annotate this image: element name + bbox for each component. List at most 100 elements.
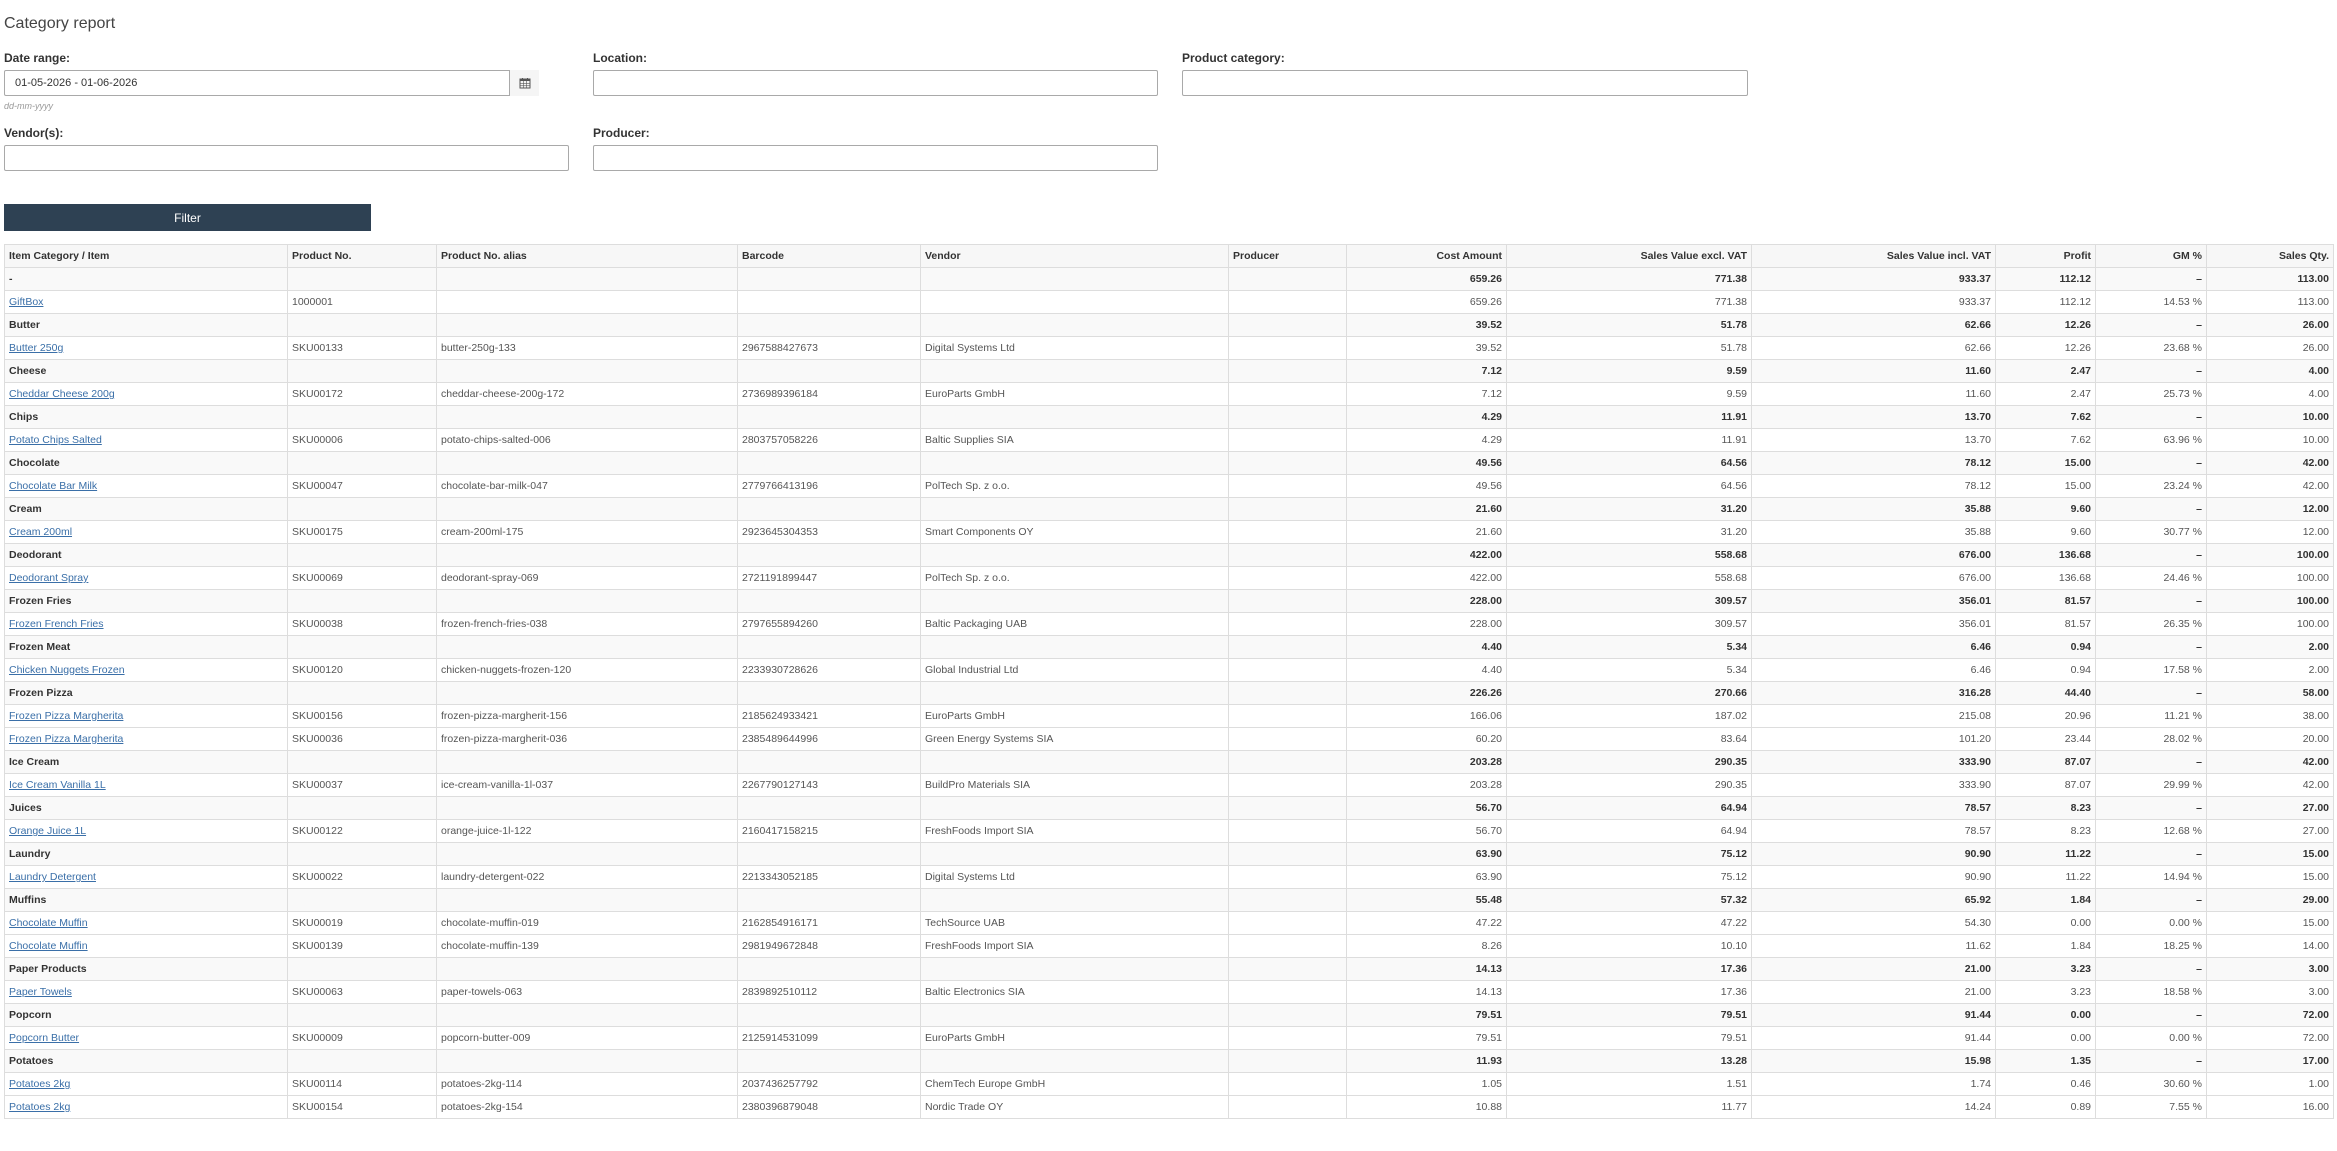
filter-button[interactable]: Filter [4, 204, 371, 231]
table-cell: 2385489644996 [737, 727, 921, 751]
table-cell: 15.00 [2206, 911, 2334, 935]
table-cell: Smart Components OY [920, 520, 1229, 544]
item-link[interactable]: Cheddar Cheese 200g [9, 388, 115, 400]
table-cell [737, 1049, 921, 1073]
column-header[interactable]: Producer [1228, 244, 1347, 268]
table-cell [436, 543, 738, 567]
table-cell: SKU00047 [287, 474, 437, 498]
table-cell: – [2095, 842, 2207, 866]
item-link[interactable]: Deodorant Spray [9, 572, 88, 584]
table-cell: 1.74 [1751, 1072, 1996, 1096]
table-cell: 676.00 [1751, 543, 1996, 567]
table-cell: 79.51 [1506, 1003, 1752, 1027]
table-cell [436, 635, 738, 659]
table-cell: 14.00 [2206, 934, 2334, 958]
item-link[interactable]: Chocolate Muffin [9, 917, 88, 929]
table-cell: 2185624933421 [737, 704, 921, 728]
table-cell: 5.34 [1506, 658, 1752, 682]
category-row: Laundry 63.90 75.12 90.90 11.22–15.00 [4, 842, 2334, 866]
item-row: Potato Chips Salted SKU00006 potato-chips-… [4, 428, 2334, 452]
table-cell [436, 1049, 738, 1073]
location-input[interactable] [593, 70, 1158, 96]
table-cell: SKU00154 [287, 1095, 437, 1119]
table-cell [737, 290, 921, 314]
item-link[interactable]: Chicken Nuggets Frozen [9, 664, 125, 676]
table-cell: Frozen Pizza Margherita [4, 727, 288, 751]
table-cell: Chips [4, 405, 288, 429]
table-cell: 203.28 [1346, 750, 1507, 774]
table-cell: 0.00 [1995, 1026, 2096, 1050]
table-cell [1228, 957, 1347, 981]
column-header[interactable]: Sales Value excl. VAT [1506, 244, 1752, 268]
product-category-input[interactable] [1182, 70, 1748, 96]
item-link[interactable]: Orange Juice 1L [9, 825, 86, 837]
table-cell [287, 451, 437, 475]
item-link[interactable]: Frozen Pizza Margherita [9, 710, 123, 722]
table-cell: 72.00 [2206, 1003, 2334, 1027]
column-header[interactable]: GM % [2095, 244, 2207, 268]
item-link[interactable]: Butter 250g [9, 342, 63, 354]
item-link[interactable]: GiftBox [9, 296, 43, 308]
item-link[interactable]: Chocolate Bar Milk [9, 480, 97, 492]
table-cell: 51.78 [1506, 313, 1752, 337]
table-cell [920, 796, 1229, 820]
item-link[interactable]: Cream 200ml [9, 526, 72, 538]
table-cell: 100.00 [2206, 612, 2334, 636]
table-cell [1228, 543, 1347, 567]
producer-input[interactable] [593, 145, 1158, 171]
table-cell: 26.35 % [2095, 612, 2207, 636]
item-link[interactable]: Frozen Pizza Margherita [9, 733, 123, 745]
table-cell: 42.00 [2206, 474, 2334, 498]
table-cell [920, 589, 1229, 613]
column-header[interactable]: Barcode [737, 244, 921, 268]
table-cell: 23.24 % [2095, 474, 2207, 498]
column-header[interactable]: Item Category / Item [4, 244, 288, 268]
calendar-icon[interactable] [509, 70, 539, 96]
table-cell: 11.77 [1506, 1095, 1752, 1119]
table-cell [737, 405, 921, 429]
item-link[interactable]: Frozen French Fries [9, 618, 104, 630]
table-cell: 4.00 [2206, 382, 2334, 406]
item-link[interactable]: Popcorn Butter [9, 1032, 79, 1044]
table-cell: potatoes-2kg-114 [436, 1072, 738, 1096]
vendors-input[interactable] [4, 145, 569, 171]
table-cell [920, 635, 1229, 659]
column-header[interactable]: Cost Amount [1346, 244, 1507, 268]
table-cell [920, 1003, 1229, 1027]
table-cell: Baltic Supplies SIA [920, 428, 1229, 452]
column-header[interactable]: Sales Qty. [2206, 244, 2334, 268]
table-cell: 15.00 [1995, 451, 2096, 475]
table-cell: SKU00038 [287, 612, 437, 636]
item-link[interactable]: Ice Cream Vanilla 1L [9, 779, 106, 791]
item-link[interactable]: Laundry Detergent [9, 871, 96, 883]
table-cell [287, 957, 437, 981]
table-cell [737, 681, 921, 705]
table-cell: 75.12 [1506, 865, 1752, 889]
column-header[interactable]: Product No. alias [436, 244, 738, 268]
table-cell: potato-chips-salted-006 [436, 428, 738, 452]
table-cell: 9.59 [1506, 359, 1752, 383]
table-cell: 57.32 [1506, 888, 1752, 912]
table-cell: 4.40 [1346, 635, 1507, 659]
column-header[interactable]: Profit [1995, 244, 2096, 268]
item-link[interactable]: Potatoes 2kg [9, 1078, 70, 1090]
item-row: Frozen Pizza Margherita SKU00156 frozen-pi… [4, 704, 2334, 728]
column-header[interactable]: Vendor [920, 244, 1229, 268]
table-cell: 21.60 [1346, 497, 1507, 521]
category-row: Frozen Meat 4.40 5.34 6.46 0.94–2.00 [4, 635, 2334, 659]
table-cell: Paper Towels [4, 980, 288, 1004]
item-link[interactable]: Potato Chips Salted [9, 434, 102, 446]
location-label: Location: [593, 51, 647, 65]
item-link[interactable]: Chocolate Muffin [9, 940, 88, 952]
table-cell [1228, 1072, 1347, 1096]
table-cell: 24.46 % [2095, 566, 2207, 590]
table-cell [287, 313, 437, 337]
table-cell: 65.92 [1751, 888, 1996, 912]
item-link[interactable]: Potatoes 2kg [9, 1101, 70, 1113]
table-cell [287, 589, 437, 613]
table-cell: frozen-pizza-margherit-036 [436, 727, 738, 751]
column-header[interactable]: Product No. [287, 244, 437, 268]
item-link[interactable]: Paper Towels [9, 986, 72, 998]
column-header[interactable]: Sales Value incl. VAT [1751, 244, 1996, 268]
date-range-input[interactable] [4, 70, 539, 96]
